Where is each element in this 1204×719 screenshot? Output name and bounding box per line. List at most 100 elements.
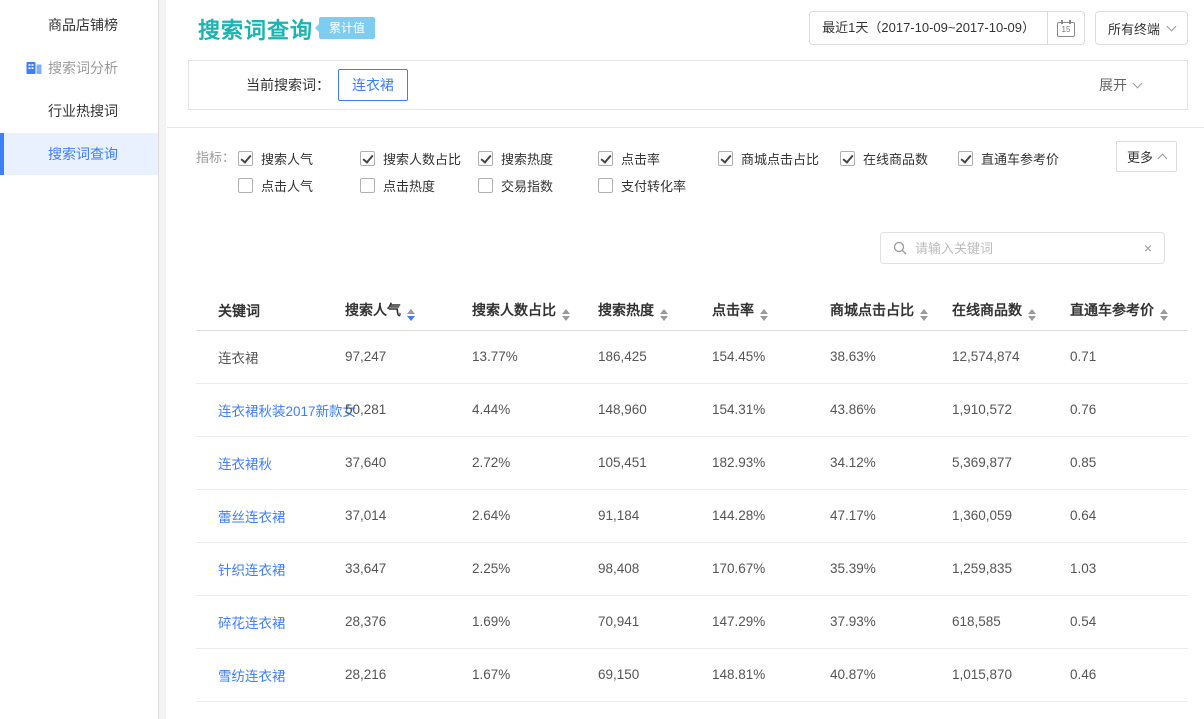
sidebar-item[interactable]: 行业热搜词 bbox=[0, 90, 158, 132]
table-header-row: 关键词 搜索人气搜索人数占比搜索热度点击率商城点击占比在线商品数 直通车参考价 bbox=[196, 292, 1188, 330]
sidebar-item[interactable]: 搜索词分析 bbox=[0, 47, 158, 89]
keyword-link[interactable]: 碎花连衣裙 bbox=[218, 616, 286, 631]
value-cell: 98,408 bbox=[598, 542, 712, 595]
page-header: 搜索词查询 累计值 最近1天（2017-10-09~2017-10-09） 15… bbox=[167, 0, 1204, 60]
checkbox-checked-icon[interactable] bbox=[958, 151, 973, 166]
sidebar-item-label: 搜索词查询 bbox=[48, 146, 118, 162]
checkbox-checked-icon[interactable] bbox=[718, 151, 733, 166]
checkbox-checked-icon[interactable] bbox=[478, 151, 493, 166]
sort-icon[interactable] bbox=[660, 309, 668, 321]
checkbox-checked-icon[interactable] bbox=[360, 151, 375, 166]
indicator-checkbox-item[interactable]: 在线商品数 bbox=[840, 147, 958, 169]
value-cell: 50,281 bbox=[345, 383, 472, 436]
indicator-label: 在线商品数 bbox=[863, 149, 928, 168]
chevron-down-icon bbox=[1133, 78, 1143, 88]
indicator-checkbox-item[interactable]: 点击热度 bbox=[360, 174, 478, 196]
sort-icon[interactable] bbox=[1028, 309, 1036, 321]
value-cell: 28,216 bbox=[345, 648, 472, 701]
column-header[interactable]: 直通车参考价 bbox=[1070, 292, 1188, 330]
table-row: 雪纺连衣裙28,2161.67%69,150148.81%40.87%1,015… bbox=[196, 648, 1188, 701]
sidebar-item[interactable]: 搜索词查询 bbox=[0, 133, 158, 175]
value-cell: 2.72% bbox=[472, 436, 598, 489]
sidebar-item-label: 搜索词分析 bbox=[48, 60, 118, 76]
keyword-cell: 针织连衣裙 bbox=[196, 542, 345, 595]
sort-icon[interactable] bbox=[407, 309, 415, 321]
checkbox-checked-icon[interactable] bbox=[238, 151, 253, 166]
indicator-checkbox-item[interactable]: 搜索人数占比 bbox=[360, 147, 478, 169]
chevron-up-icon bbox=[1158, 154, 1168, 164]
sidebar-item-label: 商品店铺榜 bbox=[48, 17, 118, 33]
sort-icon[interactable] bbox=[562, 309, 570, 321]
checkbox-unchecked-icon[interactable] bbox=[360, 178, 375, 193]
accumulated-value-badge: 累计值 bbox=[319, 17, 375, 39]
keyword-link[interactable]: 连衣裙秋装2017新款女 bbox=[218, 404, 356, 419]
main-content: 搜索词查询 累计值 最近1天（2017-10-09~2017-10-09） 15… bbox=[167, 0, 1204, 719]
keyword-link[interactable]: 蕾丝连衣裙 bbox=[218, 510, 286, 525]
indicator-label: 点击热度 bbox=[383, 176, 435, 195]
value-cell: 105,451 bbox=[598, 436, 712, 489]
value-cell: 147.29% bbox=[712, 595, 830, 648]
value-cell: 0.64 bbox=[1070, 489, 1188, 542]
checkbox-checked-icon[interactable] bbox=[598, 151, 613, 166]
indicator-label: 商城点击占比 bbox=[741, 149, 819, 168]
indicator-checkbox-item[interactable]: 搜索热度 bbox=[478, 147, 598, 169]
date-range-label[interactable]: 最近1天（2017-10-09~2017-10-09） bbox=[810, 12, 1048, 44]
date-range-picker[interactable]: 最近1天（2017-10-09~2017-10-09） 15 bbox=[809, 11, 1085, 45]
column-header[interactable]: 搜索人气 bbox=[345, 292, 472, 330]
current-search-term-tag[interactable]: 连衣裙 bbox=[338, 69, 408, 101]
value-cell: 144.28% bbox=[712, 489, 830, 542]
indicator-label: 点击人气 bbox=[261, 176, 313, 195]
column-label: 关键词 bbox=[218, 303, 260, 319]
column-header[interactable]: 搜索热度 bbox=[598, 292, 712, 330]
keyword-link[interactable]: 针织连衣裙 bbox=[218, 563, 286, 578]
value-cell: 38.63% bbox=[830, 330, 952, 383]
value-cell: 182.93% bbox=[712, 436, 830, 489]
clear-icon[interactable]: × bbox=[1144, 241, 1152, 255]
value-cell: 186,425 bbox=[598, 330, 712, 383]
indicator-checkbox-item[interactable]: 支付转化率 bbox=[598, 174, 718, 196]
sort-icon[interactable] bbox=[760, 309, 768, 321]
indicator-checkbox-item[interactable]: 交易指数 bbox=[478, 174, 598, 196]
page-title: 搜索词查询 bbox=[198, 13, 313, 45]
value-cell: 2.25% bbox=[472, 542, 598, 595]
keyword-table: 关键词 搜索人气搜索人数占比搜索热度点击率商城点击占比在线商品数 直通车参考价 连衣… bbox=[196, 292, 1188, 702]
column-header[interactable]: 点击率 bbox=[712, 292, 830, 330]
value-cell: 1.03 bbox=[1070, 542, 1188, 595]
terminal-selector[interactable]: 所有终端 bbox=[1095, 11, 1188, 45]
keyword-link[interactable]: 连衣裙秋 bbox=[218, 457, 272, 472]
keyword-cell: 连衣裙秋 bbox=[196, 436, 345, 489]
indicators-label: 指标： bbox=[196, 147, 238, 196]
keyword-link[interactable]: 雪纺连衣裙 bbox=[218, 669, 286, 684]
search-input[interactable] bbox=[915, 241, 1136, 256]
column-header[interactable]: 搜索人数占比 bbox=[472, 292, 598, 330]
column-header[interactable]: 在线商品数 bbox=[952, 292, 1070, 330]
more-button[interactable]: 更多 bbox=[1116, 141, 1177, 172]
calendar-icon[interactable]: 15 bbox=[1048, 12, 1084, 44]
checkbox-unchecked-icon[interactable] bbox=[238, 178, 253, 193]
current-search-label: 当前搜索词： bbox=[246, 75, 330, 95]
indicator-checkbox-item[interactable]: 点击率 bbox=[598, 147, 718, 169]
value-cell: 43.86% bbox=[830, 383, 952, 436]
sort-icon[interactable] bbox=[1160, 309, 1168, 321]
indicator-checkbox-grid: 搜索人气搜索人数占比搜索热度点击率 商城点击占比 在线商品数 直通车参考价点击人气 点击… bbox=[238, 147, 1118, 196]
search-icon bbox=[893, 241, 907, 255]
indicator-checkbox-item[interactable]: 商城点击占比 bbox=[718, 147, 840, 169]
sidebar-divider bbox=[158, 0, 166, 719]
expand-toggle[interactable]: 展开 bbox=[1099, 75, 1141, 95]
indicator-checkbox-item[interactable]: 搜索人气 bbox=[238, 147, 360, 169]
value-cell: 4.44% bbox=[472, 383, 598, 436]
checkbox-checked-icon[interactable] bbox=[840, 151, 855, 166]
column-header[interactable]: 商城点击占比 bbox=[830, 292, 952, 330]
indicator-label: 支付转化率 bbox=[621, 176, 686, 195]
column-label: 在线商品数 bbox=[952, 302, 1022, 318]
value-cell: 0.76 bbox=[1070, 383, 1188, 436]
checkbox-unchecked-icon[interactable] bbox=[478, 178, 493, 193]
sidebar: 商品店铺榜搜索词分析行业热搜词搜索词查询 bbox=[0, 0, 158, 719]
sort-icon[interactable] bbox=[920, 309, 928, 321]
more-button-label: 更多 bbox=[1127, 147, 1153, 166]
sidebar-item[interactable]: 商品店铺榜 bbox=[0, 4, 158, 46]
indicator-checkbox-item[interactable]: 点击人气 bbox=[238, 174, 360, 196]
indicator-checkbox-item[interactable]: 直通车参考价 bbox=[958, 147, 1118, 169]
value-cell: 148.81% bbox=[712, 648, 830, 701]
checkbox-unchecked-icon[interactable] bbox=[598, 178, 613, 193]
